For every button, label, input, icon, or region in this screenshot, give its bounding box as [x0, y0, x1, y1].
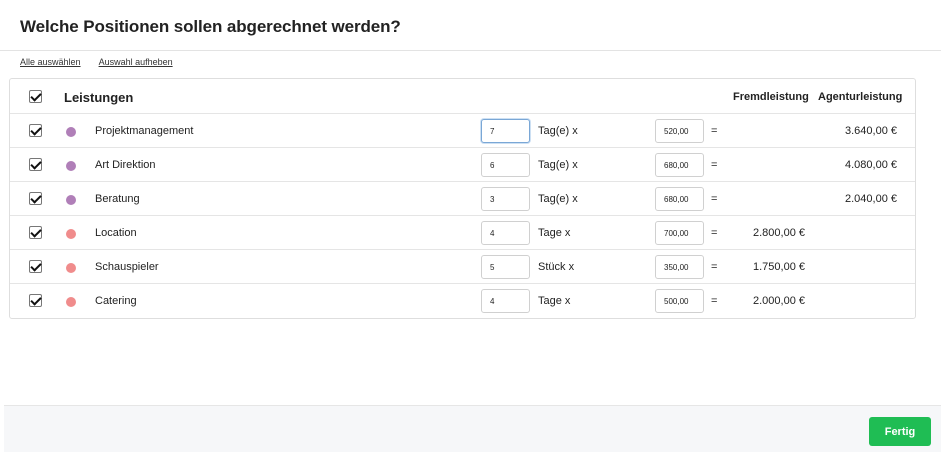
row-checkbox[interactable] — [29, 226, 42, 239]
select-all-link[interactable]: Alle auswählen — [20, 57, 81, 67]
quantity-input[interactable] — [481, 187, 530, 211]
category-dot-icon — [66, 161, 76, 171]
table-row: Location Tage x = 2.800,00 € — [10, 216, 915, 250]
position-name: Projektmanagement — [95, 125, 194, 137]
row-checkbox[interactable] — [29, 192, 42, 205]
equals-sign: = — [711, 193, 718, 205]
position-name: Catering — [95, 295, 137, 307]
done-button[interactable]: Fertig — [869, 417, 931, 446]
position-name: Schauspieler — [95, 261, 159, 273]
equals-sign: = — [711, 227, 718, 239]
positions-table: Leistungen Fremdleistung Agenturleistung… — [9, 78, 916, 319]
position-name: Beratung — [95, 193, 140, 205]
price-input[interactable] — [655, 289, 704, 313]
unit-label: Tag(e) x — [538, 125, 578, 137]
agenturleistung-value: 4.080,00 € — [845, 159, 897, 171]
price-input[interactable] — [655, 153, 704, 177]
category-dot-icon — [66, 263, 76, 273]
quantity-input[interactable] — [481, 119, 530, 143]
category-dot-icon — [66, 195, 76, 205]
table-row: Schauspieler Stück x = 1.750,00 € — [10, 250, 915, 284]
quantity-input[interactable] — [481, 153, 530, 177]
equals-sign: = — [711, 261, 718, 273]
dialog-footer: Fertig — [4, 405, 941, 452]
fremdleistung-value: 2.000,00 € — [753, 295, 805, 307]
fremdleistung-value: 1.750,00 € — [753, 261, 805, 273]
selection-links: Alle auswählen Auswahl aufheben — [20, 57, 189, 67]
price-input[interactable] — [655, 187, 704, 211]
unit-label: Tag(e) x — [538, 193, 578, 205]
dialog-title: Welche Positionen sollen abgerechnet wer… — [20, 17, 401, 36]
agenturleistung-value: 3.640,00 € — [845, 125, 897, 137]
row-checkbox[interactable] — [29, 124, 42, 137]
row-checkbox[interactable] — [29, 260, 42, 273]
position-name: Art Direktion — [95, 159, 156, 171]
fremdleistung-header: Fremdleistung — [733, 91, 809, 103]
unit-label: Tage x — [538, 295, 571, 307]
price-input[interactable] — [655, 255, 704, 279]
quantity-input[interactable] — [481, 289, 530, 313]
unit-label: Tage x — [538, 227, 571, 239]
table-row: Catering Tage x = 2.000,00 € — [10, 284, 915, 318]
row-checkbox[interactable] — [29, 294, 42, 307]
position-name: Location — [95, 227, 137, 239]
price-input[interactable] — [655, 221, 704, 245]
unit-label: Stück x — [538, 261, 575, 273]
agenturleistung-header: Agenturleistung — [818, 91, 903, 103]
leistungen-heading: Leistungen — [64, 90, 134, 105]
billing-dialog: Welche Positionen sollen abgerechnet wer… — [0, 0, 941, 452]
select-all-checkbox[interactable] — [29, 90, 42, 103]
dialog-header: Welche Positionen sollen abgerechnet wer… — [0, 0, 941, 51]
table-row: Art Direktion Tag(e) x = 4.080,00 € — [10, 148, 915, 182]
row-checkbox[interactable] — [29, 158, 42, 171]
agenturleistung-value: 2.040,00 € — [845, 193, 897, 205]
table-row: Beratung Tag(e) x = 2.040,00 € — [10, 182, 915, 216]
equals-sign: = — [711, 295, 718, 307]
price-input[interactable] — [655, 119, 704, 143]
quantity-input[interactable] — [481, 221, 530, 245]
fremdleistung-value: 2.800,00 € — [753, 227, 805, 239]
quantity-input[interactable] — [481, 255, 530, 279]
equals-sign: = — [711, 125, 718, 137]
table-row: Projektmanagement Tag(e) x = 3.640,00 € — [10, 114, 915, 148]
equals-sign: = — [711, 159, 718, 171]
category-dot-icon — [66, 229, 76, 239]
deselect-all-link[interactable]: Auswahl aufheben — [99, 57, 173, 67]
category-dot-icon — [66, 127, 76, 137]
table-header-row: Leistungen Fremdleistung Agenturleistung — [10, 79, 915, 114]
category-dot-icon — [66, 297, 76, 307]
unit-label: Tag(e) x — [538, 159, 578, 171]
